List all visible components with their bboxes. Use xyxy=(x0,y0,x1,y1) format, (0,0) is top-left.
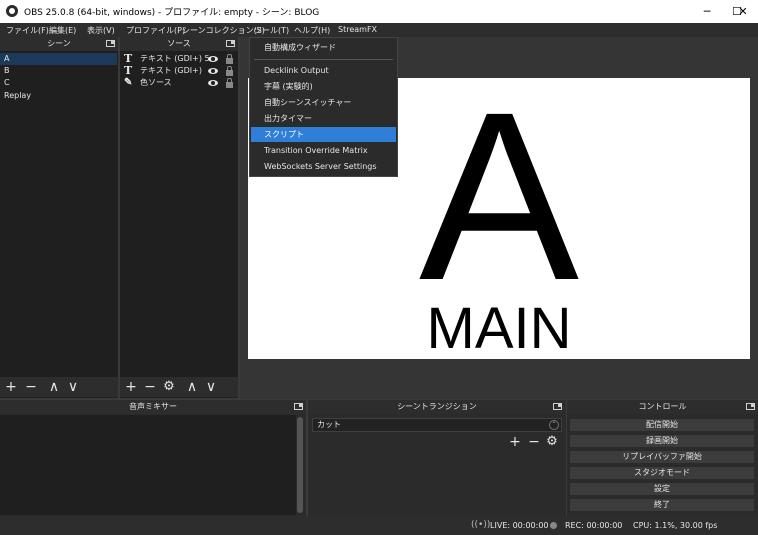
remove-scene-button[interactable]: − xyxy=(22,377,40,397)
exit-button[interactable]: 終了 xyxy=(569,498,755,512)
audio-mixer-dock: 音声ミキサー xyxy=(0,400,306,516)
move-scene-down-button[interactable]: ∨ xyxy=(64,377,82,397)
minimize-button[interactable]: ─ xyxy=(692,0,722,23)
add-source-button[interactable]: + xyxy=(122,377,140,397)
move-source-down-button[interactable]: ∨ xyxy=(202,377,220,397)
menu-item-captions[interactable]: 字幕 (実験的) xyxy=(251,79,396,94)
scene-item-c[interactable]: C xyxy=(0,77,117,89)
mixer-scrollbar[interactable] xyxy=(297,417,303,513)
text-icon: T xyxy=(124,64,133,77)
sources-toolbar: + − ⚙ ∧ ∨ xyxy=(120,377,238,397)
add-transition-button[interactable]: + xyxy=(506,434,524,450)
menu-item-decklink-output[interactable]: Decklink Output xyxy=(251,63,396,78)
scenes-toolbar: + − ∧ ∨ xyxy=(0,377,118,397)
remove-transition-button[interactable]: − xyxy=(525,434,543,450)
preview-caption: MAIN xyxy=(426,296,572,359)
start-recording-button[interactable]: 録画開始 xyxy=(569,434,755,448)
transition-selected-value: カット xyxy=(317,420,341,429)
remove-source-button[interactable]: − xyxy=(141,377,159,397)
source-label: 色ソース xyxy=(140,78,172,87)
menu-streamfx[interactable]: StreamFX xyxy=(338,25,377,34)
studio-mode-button[interactable]: スタジオモード xyxy=(569,466,755,480)
record-indicator-icon xyxy=(550,522,557,529)
menu-tools[interactable]: ツール(T) xyxy=(254,25,289,36)
source-label: テキスト (GDI+) xyxy=(140,66,202,75)
controls-title: コントロール xyxy=(567,400,758,414)
lock-icon[interactable] xyxy=(226,54,233,64)
source-label: テキスト (GDI+) 5 xyxy=(140,54,210,63)
cpu-fps-status: CPU: 1.1%, 30.00 fps xyxy=(633,521,718,530)
lock-icon[interactable] xyxy=(226,66,233,76)
menu-separator xyxy=(254,59,393,60)
settings-button[interactable]: 設定 xyxy=(569,482,755,496)
chevron-updown-icon[interactable]: ⌃ xyxy=(549,420,559,430)
menu-item-output-timer[interactable]: 出力タイマー xyxy=(251,111,396,126)
window-titlebar: OBS 25.0.8 (64-bit, windows) - プロファイル: e… xyxy=(0,0,758,23)
scene-item-a[interactable]: A xyxy=(0,53,117,65)
undock-icon[interactable] xyxy=(746,403,755,410)
menu-file[interactable]: ファイル(F) xyxy=(6,25,49,36)
scenes-title: シーン xyxy=(0,37,118,51)
move-scene-up-button[interactable]: ∧ xyxy=(45,377,63,397)
broadcast-icon: ((•)) xyxy=(471,520,491,530)
menu-item-websockets-settings[interactable]: WebSockets Server Settings xyxy=(251,159,396,174)
scenes-dock: シーン A B C Replay + − ∧ ∨ xyxy=(0,37,118,398)
mixer-content xyxy=(0,415,296,515)
source-properties-gear-icon[interactable]: ⚙ xyxy=(160,377,178,397)
menu-scene-collection[interactable]: シーンコレクション(S) xyxy=(182,25,265,36)
scene-item-replay[interactable]: Replay xyxy=(0,90,117,102)
tools-dropdown-menu: 自動構成ウィザード Decklink Output 字幕 (実験的) 自動シーン… xyxy=(249,37,398,177)
window-title: OBS 25.0.8 (64-bit, windows) - プロファイル: e… xyxy=(24,8,320,18)
menu-bar: ファイル(F) 編集(E) 表示(V) プロファイル(P) シーンコレクション(… xyxy=(0,23,758,37)
sources-dock: ソース T テキスト (GDI+) 5 T テキスト (GDI+) ✎ 色ソース… xyxy=(120,37,238,398)
undock-icon[interactable] xyxy=(294,403,303,410)
undock-icon[interactable] xyxy=(226,40,235,47)
live-timer: LIVE: 00:00:00 xyxy=(490,521,549,530)
transition-select[interactable]: カット ⌃ xyxy=(312,418,562,432)
status-bar: ((•)) LIVE: 00:00:00 REC: 00:00:00 CPU: … xyxy=(0,516,758,535)
menu-edit[interactable]: 編集(E) xyxy=(49,25,76,36)
sources-title: ソース xyxy=(120,37,238,51)
scene-item-b[interactable]: B xyxy=(0,65,117,77)
brush-icon: ✎ xyxy=(124,77,133,88)
add-scene-button[interactable]: + xyxy=(2,377,20,397)
menu-profile[interactable]: プロファイル(P) xyxy=(126,25,185,36)
menu-item-scripts[interactable]: スクリプト xyxy=(251,127,396,142)
start-replay-buffer-button[interactable]: リプレイバッファ開始 xyxy=(569,450,755,464)
menu-item-transition-override-matrix[interactable]: Transition Override Matrix xyxy=(251,143,396,158)
source-item[interactable]: ✎ 色ソース xyxy=(120,77,237,89)
obs-app-icon xyxy=(6,5,18,17)
close-button[interactable]: ✕ xyxy=(728,0,758,23)
visibility-eye-icon[interactable] xyxy=(208,80,218,86)
source-item[interactable]: T テキスト (GDI+) xyxy=(120,65,237,77)
menu-item-auto-config-wizard[interactable]: 自動構成ウィザード xyxy=(251,40,396,55)
undock-icon[interactable] xyxy=(553,403,562,410)
source-item[interactable]: T テキスト (GDI+) 5 xyxy=(120,53,237,65)
undock-icon[interactable] xyxy=(106,40,115,47)
transition-properties-gear-icon[interactable]: ⚙ xyxy=(543,434,561,450)
scene-transitions-title: シーントランジション xyxy=(308,400,566,414)
menu-item-auto-scene-switcher[interactable]: 自動シーンスイッチャー xyxy=(251,95,396,110)
move-source-up-button[interactable]: ∧ xyxy=(183,377,201,397)
rec-timer: REC: 00:00:00 xyxy=(565,521,623,530)
visibility-eye-icon[interactable] xyxy=(208,68,218,74)
menu-view[interactable]: 表示(V) xyxy=(87,25,115,36)
visibility-eye-icon[interactable] xyxy=(208,56,218,62)
menu-help[interactable]: ヘルプ(H) xyxy=(294,25,330,36)
lock-icon[interactable] xyxy=(226,78,233,88)
audio-mixer-title: 音声ミキサー xyxy=(0,400,306,414)
start-streaming-button[interactable]: 配信開始 xyxy=(569,418,755,432)
